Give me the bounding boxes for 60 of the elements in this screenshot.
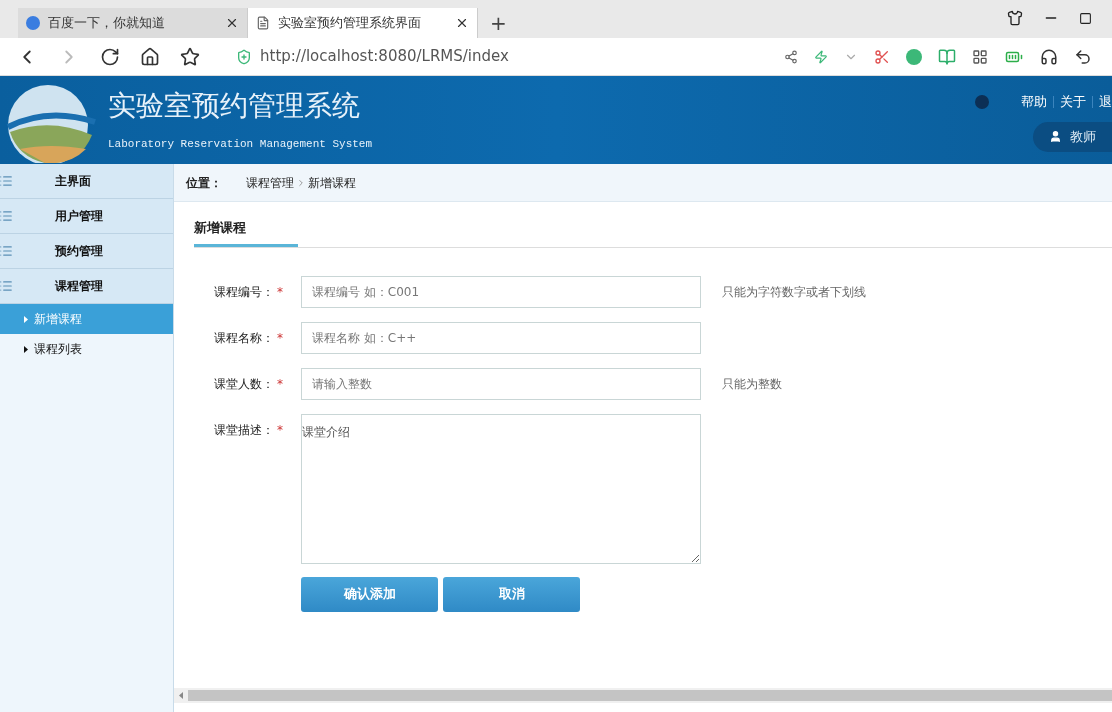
input-field[interactable]: 课程名称 如：C++	[301, 321, 701, 354]
breadcrumb-link[interactable]: 新增课程	[308, 173, 356, 192]
triangle-icon	[24, 315, 28, 323]
browser-tab[interactable]: 百度一下，你就知道	[18, 8, 248, 38]
field-label: 课程名称：	[214, 329, 274, 347]
shirt-icon[interactable]	[1007, 10, 1023, 26]
shield-icon	[236, 48, 252, 65]
input-field[interactable]: 请输入整数	[301, 367, 701, 400]
tab-title: 百度一下，你就知道	[48, 14, 166, 33]
field-label: 课程编号：	[214, 283, 274, 301]
book-icon[interactable]	[938, 47, 956, 66]
sidebar-section[interactable]: 用户管理	[0, 199, 173, 234]
required-mark: *	[277, 329, 283, 347]
required-mark: *	[277, 421, 283, 439]
browser-tab[interactable]: 实验室预约管理系统界面	[248, 8, 478, 38]
breadcrumb-label: 位置：	[186, 174, 222, 192]
input-field[interactable]: 课程编号 如：C001	[301, 275, 701, 308]
field-hint: 只能为整数	[722, 375, 782, 393]
scissors-icon[interactable]	[874, 48, 890, 65]
home-icon[interactable]	[140, 46, 160, 67]
apps-icon[interactable]	[972, 48, 988, 65]
panel-tab[interactable]: 新增课程	[194, 218, 298, 247]
address-field[interactable]: http://localhost:8080/LRMS/index	[260, 45, 509, 68]
header-link[interactable]: 退	[1099, 92, 1112, 112]
app-title: 实验室预约管理系统	[108, 88, 361, 124]
textarea-field[interactable]: 课堂介绍	[301, 413, 701, 564]
list-icon	[0, 279, 13, 293]
field-label: 课堂人数：	[214, 375, 274, 393]
list-icon	[0, 174, 13, 188]
user-icon	[1049, 130, 1062, 143]
field-label: 课堂描述：	[214, 421, 274, 439]
star-icon[interactable]	[180, 46, 200, 67]
triangle-icon	[24, 345, 28, 353]
headphones-icon[interactable]	[1040, 47, 1058, 66]
required-mark: *	[277, 375, 283, 393]
maximize-icon[interactable]	[1079, 11, 1092, 25]
chevron-icon	[296, 177, 306, 188]
sidebar-section[interactable]: 课程管理	[0, 269, 173, 304]
list-icon	[0, 209, 13, 223]
new-tab-button[interactable]: +	[478, 8, 519, 38]
close-icon[interactable]	[455, 16, 469, 30]
reload-icon[interactable]	[100, 46, 120, 67]
sidebar-section[interactable]: 预约管理	[0, 234, 173, 269]
user-role: 教师	[1070, 127, 1096, 146]
sidebar-item[interactable]: 课程列表	[0, 334, 173, 364]
sidebar-section[interactable]: 主界面	[0, 164, 173, 199]
app-subtitle: Laboratory Reservation Management System	[108, 137, 373, 152]
user-badge[interactable]: 教师	[1033, 121, 1112, 152]
share-icon[interactable]	[784, 49, 798, 64]
tab-title: 实验室预约管理系统界面	[278, 14, 422, 33]
page-icon	[256, 16, 270, 30]
list-icon	[0, 244, 13, 258]
field-hint: 只能为字符数字或者下划线	[722, 283, 866, 301]
header-link[interactable]: 关于	[1060, 92, 1086, 112]
header-link[interactable]: 帮助	[1021, 92, 1047, 112]
breadcrumb-link[interactable]: 课程管理	[246, 173, 294, 192]
undo-icon[interactable]	[1074, 47, 1092, 66]
horizontal-scrollbar[interactable]	[174, 688, 1112, 703]
close-icon[interactable]	[225, 16, 239, 30]
required-mark: *	[277, 283, 283, 301]
